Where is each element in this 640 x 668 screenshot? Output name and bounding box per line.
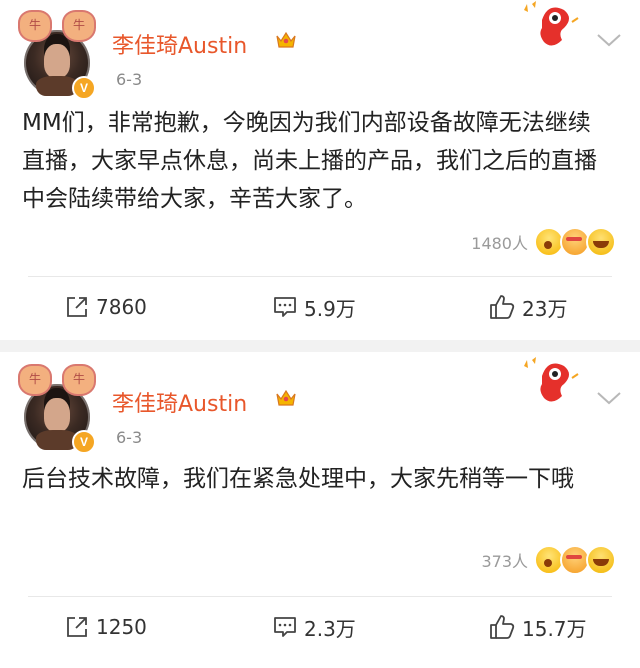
crown-icon [276, 31, 296, 48]
action-bar: 1250 2.3万 15.7万 [0, 602, 640, 652]
comment-icon [274, 617, 296, 637]
repost-count: 1250 [96, 615, 147, 639]
thumbs-up-icon [490, 295, 515, 319]
action-bar: 7860 5.9万 23万 [0, 282, 640, 332]
chevron-down-icon[interactable] [596, 390, 622, 406]
verified-badge-icon: V [72, 76, 96, 100]
repost-icon [67, 297, 87, 317]
post-date: 6-3 [116, 428, 143, 447]
ox-badge-icon: 牛 [62, 364, 96, 396]
repost-icon [67, 617, 87, 637]
repost-button[interactable]: 7860 [64, 282, 147, 332]
ox-badge-icon: 牛 [62, 10, 96, 42]
repost-count: 7860 [96, 295, 147, 319]
ox-badge-icon: 牛 [18, 364, 52, 396]
weibo-post: 牛 牛 V 李佳琦Austin 6-3 后台技术故障，我们在紧急处理中，大家先稍… [0, 352, 640, 668]
like-button[interactable]: 15.7万 [488, 602, 587, 652]
ox-badge-icon: 牛 [18, 10, 52, 42]
avatar[interactable]: 牛 牛 V [18, 364, 96, 454]
like-button[interactable]: 23万 [488, 282, 567, 332]
chevron-down-icon[interactable] [596, 32, 622, 48]
comment-button[interactable]: 5.9万 [272, 282, 356, 332]
post-content: MM们，非常抱歉，今晚因为我们内部设备故障无法继续直播，大家早点休息，尚未上播的… [22, 110, 597, 212]
crown-icon [276, 389, 296, 406]
weibo-post: 牛 牛 V 李佳琦Austin 6-3 MM们，非常抱歉，今晚因为我们内部设备故… [0, 0, 640, 340]
verified-badge-icon: V [72, 430, 96, 454]
divider [28, 276, 612, 277]
mascot-icon [524, 357, 579, 402]
comment-count: 5.9万 [304, 296, 356, 321]
reaction-count: 373人 [481, 552, 528, 571]
reactions[interactable]: 373人 [481, 544, 616, 576]
thumbs-up-icon [490, 615, 515, 639]
divider [28, 596, 612, 597]
reactions[interactable]: 1480人 [471, 226, 616, 258]
comment-count: 2.3万 [304, 616, 356, 641]
like-count: 23万 [522, 296, 568, 321]
username[interactable]: 李佳琦Austin [112, 28, 247, 60]
repost-button[interactable]: 1250 [64, 602, 147, 652]
laugh-emoji-icon [586, 545, 616, 575]
mascot-icon [524, 1, 579, 46]
comment-icon [274, 297, 296, 317]
post-content: 后台技术故障，我们在紧急处理中，大家先稍等一下哦 [22, 466, 574, 492]
comment-button[interactable]: 2.3万 [272, 602, 356, 652]
post-date: 6-3 [116, 70, 143, 89]
username[interactable]: 李佳琦Austin [112, 386, 247, 418]
like-count: 15.7万 [522, 616, 587, 641]
laugh-emoji-icon [586, 227, 616, 257]
avatar[interactable]: 牛 牛 V [18, 10, 96, 100]
reaction-count: 1480人 [471, 234, 528, 253]
